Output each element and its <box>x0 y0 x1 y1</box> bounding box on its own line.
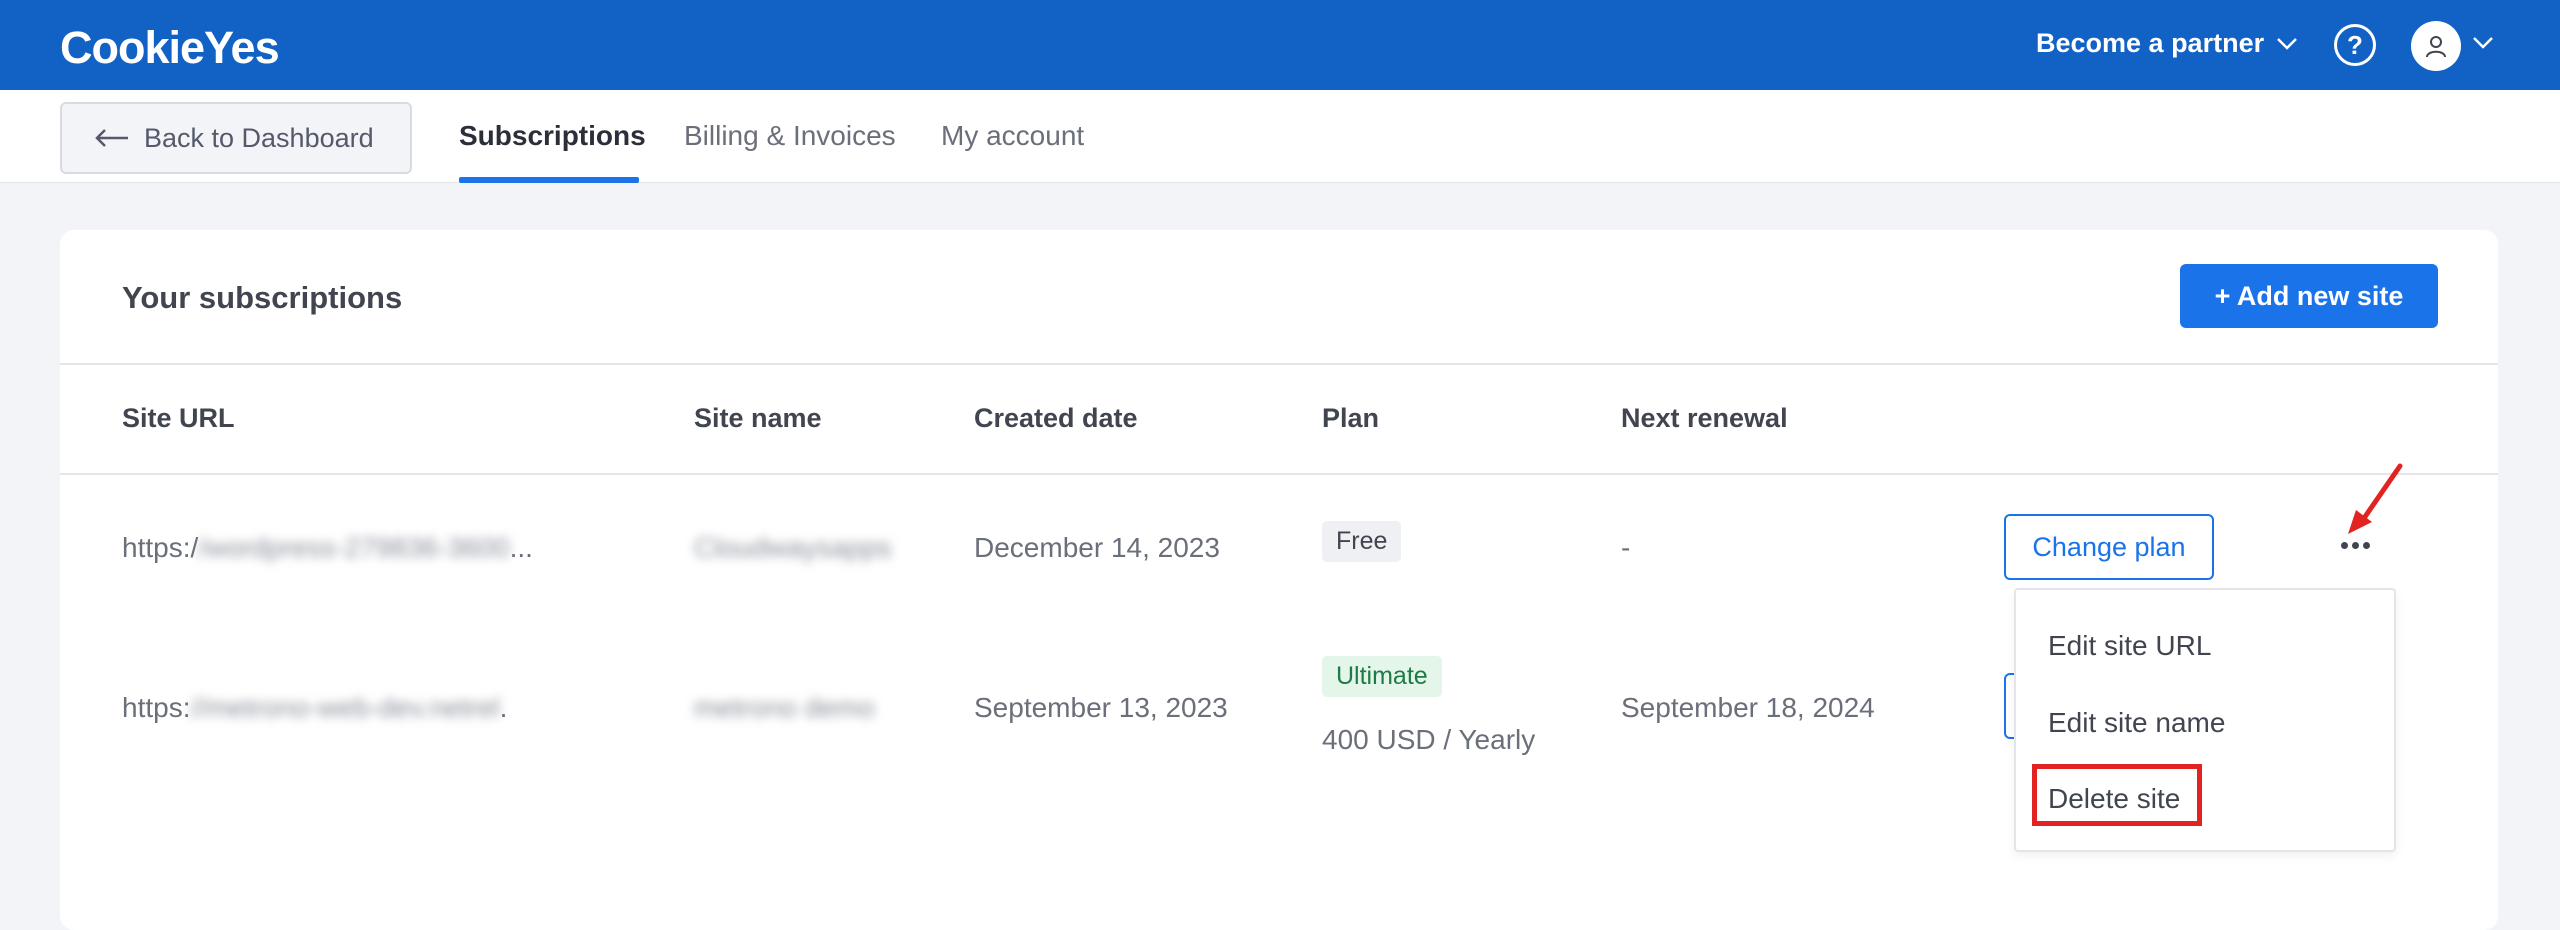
tab-billing-invoices[interactable]: Billing & Invoices <box>684 120 896 152</box>
back-label: Back to Dashboard <box>144 122 374 153</box>
url-suffix: . <box>499 692 508 723</box>
url-suffix: ... <box>509 532 533 563</box>
user-icon <box>2426 36 2446 58</box>
table-row-created-date: September 13, 2023 <box>974 692 1228 723</box>
help-glyph: ? <box>2347 29 2363 60</box>
url-prefix: https:/ <box>122 532 199 563</box>
table-row-next-renewal: September 18, 2024 <box>1621 692 1875 723</box>
tab-subscriptions[interactable]: Subscriptions <box>459 120 646 152</box>
column-header-next-renewal: Next renewal <box>1621 403 1788 433</box>
arrow-left-icon <box>95 129 128 147</box>
plan-price: 400 USD / Yearly <box>1322 724 1536 755</box>
chevron-down-icon <box>2277 37 2297 50</box>
table-row-site-url[interactable]: https://wordpress-279836-3600... <box>122 532 533 564</box>
plan-badge-free: Free <box>1322 521 1402 562</box>
column-header-site-url: Site URL <box>122 403 235 433</box>
column-header-plan: Plan <box>1322 403 1380 433</box>
add-new-site-button[interactable]: + Add new site <box>2180 264 2438 328</box>
column-header-site-name: Site name <box>694 403 822 433</box>
menu-item-edit-site-url[interactable]: Edit site URL <box>2048 630 2211 662</box>
cookieyes-logo[interactable]: CookieYes <box>60 22 280 74</box>
divider <box>60 473 2498 475</box>
highlight-box <box>2032 764 2202 826</box>
dot <box>2340 541 2348 549</box>
dot <box>2351 541 2359 549</box>
annotation-arrow-icon <box>2348 463 2403 534</box>
table-row-created-date: December 14, 2023 <box>974 532 1220 563</box>
site-options-menu: Edit site URL Edit site name Delete site <box>2014 588 2396 852</box>
plan-badge-ultimate: Ultimate <box>1322 656 1442 697</box>
url-blurred: //metrono-web-dev.netrel <box>190 692 500 723</box>
table-row-site-url[interactable]: https://metrono-web-dev.netrel. <box>122 692 507 724</box>
top-bar: CookieYes Become a partner ? <box>0 0 2560 90</box>
back-to-dashboard-button[interactable]: Back to Dashboard <box>60 102 412 174</box>
card-title: Your subscriptions <box>122 280 403 315</box>
table-row-site-name: Cloudwaysapps <box>694 532 892 563</box>
table-row-site-name: metrono demo <box>694 692 875 723</box>
active-tab-indicator <box>459 177 639 183</box>
menu-item-edit-site-name[interactable]: Edit site name <box>2048 707 2225 739</box>
help-icon[interactable]: ? <box>2334 24 2376 66</box>
become-partner-label: Become a partner <box>2036 28 2265 58</box>
secondary-nav: Back to Dashboard Subscriptions Billing … <box>0 90 2560 183</box>
column-header-created-date: Created date <box>974 403 1138 433</box>
change-plan-button[interactable]: Change plan <box>2004 514 2214 580</box>
tab-my-account[interactable]: My account <box>941 120 1084 152</box>
dot <box>2362 541 2370 549</box>
url-blurred: /wordpress-279836-3600 <box>198 532 510 563</box>
url-prefix: https: <box>122 692 191 723</box>
divider <box>60 363 2498 365</box>
chevron-down-icon[interactable] <box>2472 36 2494 50</box>
become-partner-menu[interactable]: Become a partner <box>2036 28 2298 59</box>
table-row-next-renewal: - <box>1621 532 1631 563</box>
user-avatar[interactable] <box>2411 21 2461 71</box>
